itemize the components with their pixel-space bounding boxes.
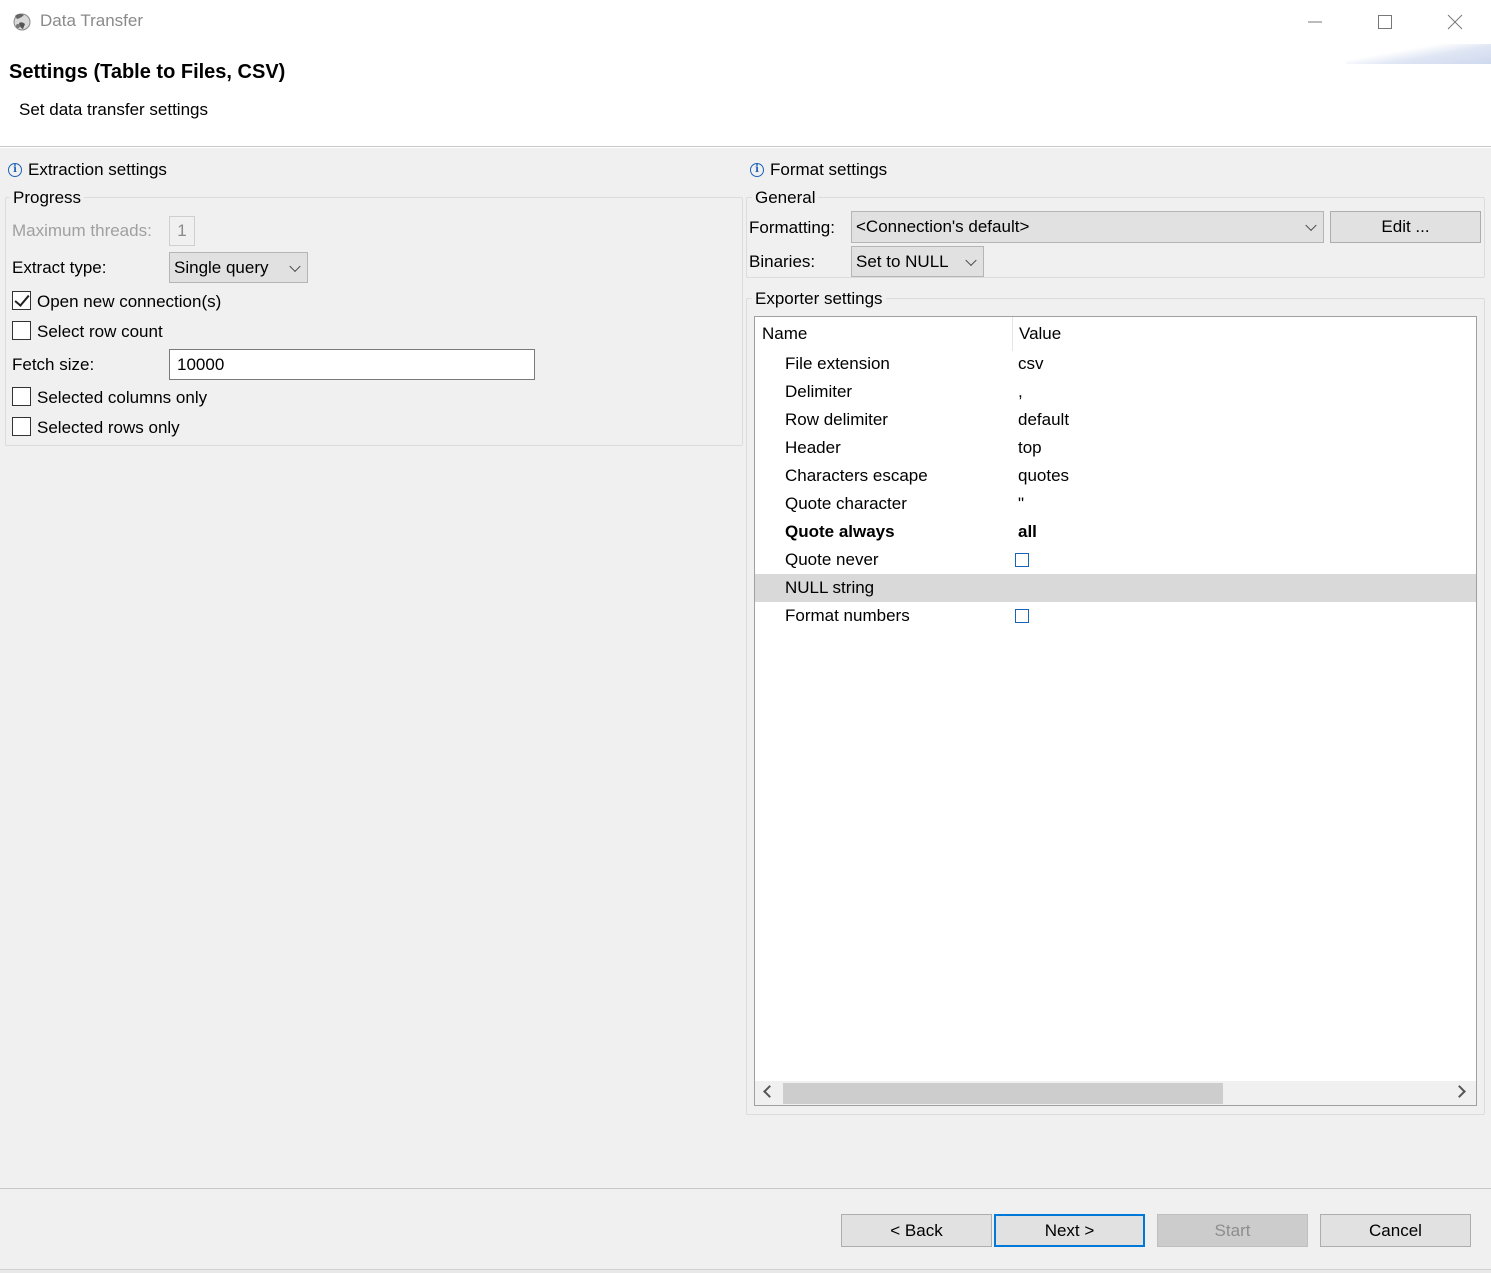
property-name: Characters escape	[785, 466, 928, 485]
quote-never-checkbox[interactable]	[1015, 553, 1029, 567]
property-name: Header	[785, 438, 841, 457]
maximize-button[interactable]	[1350, 0, 1420, 44]
table-row[interactable]: Format numbers	[755, 602, 1476, 630]
table-row[interactable]: File extension csv	[755, 350, 1476, 378]
table-row[interactable]: Quote never	[755, 546, 1476, 574]
extract-type-label: Extract type:	[12, 258, 107, 277]
binaries-value: Set to NULL	[856, 251, 949, 271]
property-value[interactable]: "	[1018, 490, 1024, 518]
exporter-settings-title: Exporter settings	[752, 289, 886, 309]
extract-type-select[interactable]: Single query	[169, 252, 308, 283]
property-value[interactable]: all	[1018, 518, 1037, 546]
table-row[interactable]: NULL string	[755, 574, 1476, 602]
property-name: Delimiter	[785, 382, 853, 401]
close-icon	[1447, 14, 1463, 30]
page-description: Set data transfer settings	[19, 100, 208, 119]
general-group-title: General	[752, 188, 819, 208]
table-row[interactable]: Row delimiter default	[755, 406, 1476, 434]
max-threads-label: Maximum threads:	[12, 221, 152, 240]
property-value[interactable]: ,	[1018, 378, 1023, 406]
property-value[interactable]: top	[1018, 434, 1042, 462]
scrollbar-thumb[interactable]	[783, 1083, 1223, 1104]
minimize-button[interactable]	[1280, 0, 1350, 44]
exporter-properties-table[interactable]: Name Value File extension csv Delimiter …	[754, 316, 1477, 1106]
close-button[interactable]	[1420, 0, 1490, 44]
window-bottom-edge	[0, 1269, 1491, 1273]
property-value[interactable]: default	[1018, 406, 1069, 434]
table-row[interactable]: Quote always all	[755, 518, 1476, 546]
open-new-connections-checkbox[interactable]	[12, 291, 31, 310]
binaries-label: Binaries:	[749, 252, 816, 271]
property-name: Quote never	[785, 550, 879, 569]
max-threads-field[interactable]: 1	[169, 216, 195, 246]
column-header-name[interactable]: Name	[762, 317, 807, 351]
selected-columns-only-checkbox[interactable]	[12, 387, 31, 406]
wizard-footer: < Back Next > Start Cancel	[0, 1188, 1491, 1273]
table-row[interactable]: Delimiter ,	[755, 378, 1476, 406]
selected-columns-only-label: Selected columns only	[37, 388, 208, 407]
progress-group-title: Progress	[10, 188, 85, 208]
extract-type-value: Single query	[174, 257, 269, 277]
horizontal-scrollbar[interactable]	[755, 1081, 1476, 1105]
scroll-right-icon[interactable]	[1453, 1085, 1466, 1098]
chevron-down-icon	[289, 260, 301, 272]
scroll-left-icon[interactable]	[763, 1085, 776, 1098]
property-name: Format numbers	[785, 606, 910, 625]
column-separator[interactable]	[1012, 317, 1013, 351]
header-decoration	[1346, 44, 1491, 64]
formatting-value: <Connection's default>	[856, 217, 1030, 236]
cancel-button[interactable]: Cancel	[1320, 1214, 1471, 1247]
page-title: Settings (Table to Files, CSV)	[9, 61, 286, 83]
window-title: Data Transfer	[40, 11, 143, 30]
app-icon	[13, 13, 31, 31]
fetch-size-label: Fetch size:	[12, 355, 95, 374]
property-name: Quote character	[785, 494, 907, 513]
binaries-select[interactable]: Set to NULL	[851, 246, 984, 277]
next-button[interactable]: Next >	[994, 1214, 1145, 1247]
property-name: NULL string	[785, 578, 875, 597]
info-icon: i	[8, 163, 22, 177]
minimize-icon	[1308, 21, 1322, 23]
formatting-label: Formatting:	[749, 218, 835, 237]
column-header-value[interactable]: Value	[1019, 317, 1061, 351]
table-row[interactable]: Quote character "	[755, 490, 1476, 518]
fetch-size-input[interactable]: 10000	[169, 349, 535, 380]
select-row-count-checkbox[interactable]	[12, 321, 31, 340]
chevron-down-icon	[965, 254, 977, 266]
info-icon: i	[750, 163, 764, 177]
property-name: Quote always	[785, 522, 895, 541]
chevron-down-icon	[1305, 219, 1317, 232]
select-row-count-label: Select row count	[37, 322, 163, 341]
format-settings-title: Format settings	[770, 160, 888, 179]
selected-rows-only-checkbox[interactable]	[12, 417, 31, 436]
maximize-icon	[1378, 15, 1392, 29]
start-button[interactable]: Start	[1157, 1214, 1308, 1247]
property-name: Row delimiter	[785, 410, 888, 429]
table-row[interactable]: Header top	[755, 434, 1476, 462]
property-name: File extension	[785, 354, 890, 373]
selected-rows-only-label: Selected rows only	[37, 418, 180, 437]
formatting-select[interactable]: <Connection's default>	[851, 211, 1324, 243]
title-bar: Data Transfer	[0, 0, 1491, 44]
property-value[interactable]: quotes	[1018, 462, 1069, 490]
edit-formatting-button[interactable]: Edit ...	[1330, 211, 1481, 243]
table-row[interactable]: Characters escape quotes	[755, 462, 1476, 490]
format-numbers-checkbox[interactable]	[1015, 609, 1029, 623]
wizard-header: Settings (Table to Files, CSV) Set data …	[0, 44, 1491, 147]
property-value[interactable]: csv	[1018, 350, 1044, 378]
back-button[interactable]: < Back	[841, 1214, 992, 1247]
open-new-connections-label: Open new connection(s)	[37, 292, 222, 311]
extraction-settings-title: Extraction settings	[28, 160, 167, 179]
